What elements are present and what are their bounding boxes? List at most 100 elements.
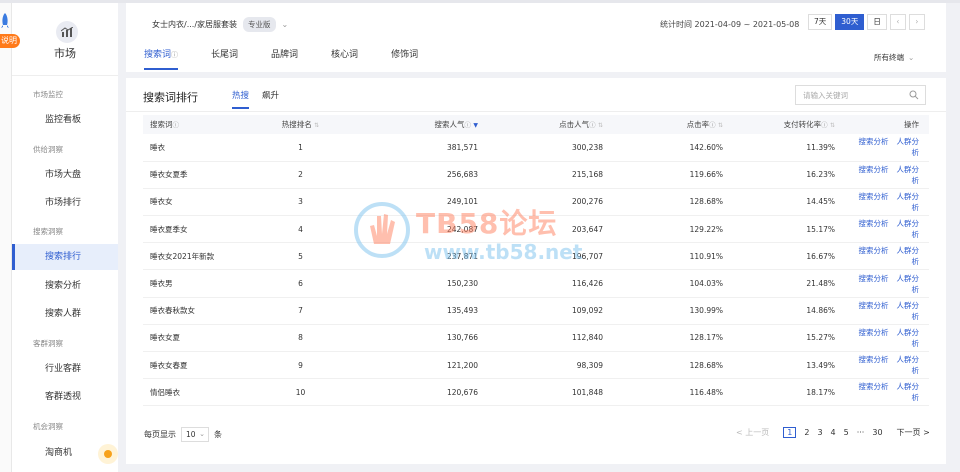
search-analysis-link[interactable]: 搜索分析 (859, 274, 889, 283)
crowd-analysis-link[interactable]: 人群分析 (897, 137, 920, 157)
tab-search-word[interactable]: 搜索词ⓘ (144, 47, 179, 70)
help-icon[interactable]: ⓘ (171, 51, 178, 59)
sidebar-item-search-analysis[interactable]: 搜索分析 (12, 273, 118, 299)
tab-brand[interactable]: 品牌词 (271, 47, 298, 70)
search-analysis-link[interactable]: 搜索分析 (859, 192, 889, 201)
crowd-analysis-link[interactable]: 人群分析 (897, 219, 920, 239)
cell-actions: 搜索分析 人群分析 (845, 134, 929, 162)
cell-click-popularity: 300,238 (488, 134, 613, 162)
crowd-analysis-link[interactable]: 人群分析 (897, 165, 920, 185)
sidebar-item-crowd-insight[interactable]: 客群透视 (12, 384, 118, 410)
ranking-table: 搜索词ⓘ 热搜排名 ⇅ 搜索人气ⓘ ▼ 点击人气ⓘ ⇅ 点击率ⓘ ⇅ 支付转化率… (143, 115, 929, 407)
prev-page-button[interactable]: < 上一页 (736, 427, 769, 438)
notification-dot-icon[interactable] (98, 444, 118, 464)
help-icon[interactable]: ⓘ (709, 121, 716, 129)
crowd-analysis-link[interactable]: 人群分析 (897, 382, 920, 402)
sort-icon[interactable]: ⇅ (718, 122, 723, 129)
col-ctr[interactable]: 点击率ⓘ ⇅ (613, 115, 733, 134)
help-icon[interactable]: ⓘ (173, 121, 180, 129)
cell-click-popularity: 196,707 (488, 242, 613, 271)
col-actions: 操作 (845, 115, 929, 134)
cell-click-popularity: 200,276 (488, 188, 613, 217)
search-analysis-link[interactable]: 搜索分析 (859, 301, 889, 310)
range-7d-button[interactable]: 7天 (808, 14, 833, 30)
cell-search-popularity: 130,766 (358, 324, 488, 353)
page-3-button[interactable]: 3 (817, 428, 822, 437)
col-label: 搜索人气 (434, 120, 465, 129)
col-search-popularity[interactable]: 搜索人气ⓘ ▼ (358, 115, 488, 134)
ranking-title: 搜索词排行 (143, 91, 198, 104)
sort-icon[interactable]: ⇅ (598, 122, 603, 129)
next-page-button[interactable]: 下一页 > (897, 427, 930, 438)
chevron-down-icon[interactable]: ⌄ (282, 20, 289, 29)
cell-search-popularity: 237,871 (358, 242, 488, 271)
tab-core[interactable]: 核心词 (331, 47, 358, 70)
breadcrumb-text[interactable]: 女士内衣/.../家居服套装 (152, 19, 237, 30)
cell-rank: 7 (243, 297, 358, 325)
sidebar-item-market-ranking[interactable]: 市场排行 (12, 190, 118, 216)
help-icon[interactable]: ⓘ (464, 121, 471, 129)
chevron-left-icon[interactable]: ‹ (889, 14, 906, 30)
cell-actions: 搜索分析 人群分析 (845, 188, 929, 217)
page-30-button[interactable]: 30 (872, 428, 882, 437)
help-icon[interactable]: ⓘ (821, 121, 828, 129)
cell-conversion: 21.48% (733, 269, 845, 298)
rocket-icon[interactable] (0, 13, 10, 29)
sidebar-item-industry-crowd[interactable]: 行业客群 (12, 356, 118, 382)
keyword-search-input[interactable] (795, 85, 926, 105)
help-icon[interactable]: ⓘ (589, 121, 596, 129)
tab-modifier[interactable]: 修饰词 (391, 47, 418, 70)
search-analysis-link[interactable]: 搜索分析 (859, 137, 889, 146)
page-size-value: 10 (186, 430, 196, 439)
page-4-button[interactable]: 4 (831, 428, 836, 437)
col-click-popularity[interactable]: 点击人气ⓘ ⇅ (488, 115, 613, 134)
sort-icon[interactable]: ⇅ (830, 122, 835, 129)
tab-hot[interactable]: 热搜 (232, 89, 250, 109)
cell-keyword: 睡衣夏季女 (143, 215, 243, 244)
cell-conversion: 16.67% (733, 242, 845, 271)
search-analysis-link[interactable]: 搜索分析 (859, 165, 889, 174)
cell-keyword: 睡衣女夏季 (143, 161, 243, 189)
chevron-down-icon: ⌄ (908, 53, 915, 62)
range-30d-button[interactable]: 30天 (835, 14, 865, 30)
sidebar-item-monitor-board[interactable]: 监控看板 (12, 107, 118, 133)
sort-icon[interactable]: ⇅ (314, 122, 319, 129)
sidebar-group-label: 搜索洞察 (33, 227, 63, 236)
crowd-analysis-link[interactable]: 人群分析 (897, 301, 920, 321)
cell-keyword: 情侣睡衣 (143, 378, 243, 407)
search-analysis-link[interactable]: 搜索分析 (859, 328, 889, 337)
crowd-analysis-link[interactable]: 人群分析 (897, 246, 920, 266)
breadcrumb[interactable]: 女士内衣/.../家居服套装 专业版 ⌄ (152, 17, 288, 32)
sidebar-item-market-overview[interactable]: 市场大盘 (12, 162, 118, 188)
crowd-analysis-link[interactable]: 人群分析 (897, 192, 920, 212)
search-analysis-link[interactable]: 搜索分析 (859, 382, 889, 391)
chevron-right-icon[interactable]: › (908, 14, 925, 30)
col-rank[interactable]: 热搜排名 ⇅ (243, 115, 358, 134)
search-analysis-link[interactable]: 搜索分析 (859, 219, 889, 228)
page-ellipsis: ··· (856, 428, 865, 437)
sidebar-item-search-crowd[interactable]: 搜索人群 (12, 301, 118, 327)
crowd-analysis-link[interactable]: 人群分析 (897, 274, 920, 294)
page-1-button[interactable]: 1 (783, 427, 797, 438)
search-analysis-link[interactable]: 搜索分析 (859, 246, 889, 255)
sidebar-item-search-ranking[interactable]: 搜索排行 (12, 244, 118, 270)
page-5-button[interactable]: 5 (844, 428, 849, 437)
cell-rank: 4 (243, 215, 358, 244)
tab-long-tail[interactable]: 长尾词 (211, 47, 238, 70)
page-size-select[interactable]: 10 ⌄ (181, 427, 209, 442)
page-2-button[interactable]: 2 (804, 428, 809, 437)
range-day-button[interactable]: 日 (867, 14, 887, 30)
crowd-analysis-link[interactable]: 人群分析 (897, 355, 920, 375)
terminal-select[interactable]: 所有终端 ⌄ (874, 52, 914, 63)
col-conversion[interactable]: 支付转化率ⓘ ⇅ (733, 115, 845, 134)
tab-rising[interactable]: 飙升 (262, 89, 279, 109)
help-badge[interactable]: 说明 (0, 34, 20, 48)
search-analysis-link[interactable]: 搜索分析 (859, 355, 889, 364)
search-icon[interactable] (909, 90, 919, 100)
cell-search-popularity: 249,101 (358, 188, 488, 217)
table-row: 睡衣女 3 249,101 200,276 128.68% 14.45% 搜索分析 人群分析 (143, 188, 929, 217)
header-card: 女士内衣/.../家居服套装 专业版 ⌄ 统计时间 2021-04-09 ~ 2… (126, 3, 946, 72)
crowd-analysis-link[interactable]: 人群分析 (897, 328, 920, 348)
cell-actions: 搜索分析 人群分析 (845, 242, 929, 271)
sort-desc-icon[interactable]: ▼ (473, 122, 478, 129)
